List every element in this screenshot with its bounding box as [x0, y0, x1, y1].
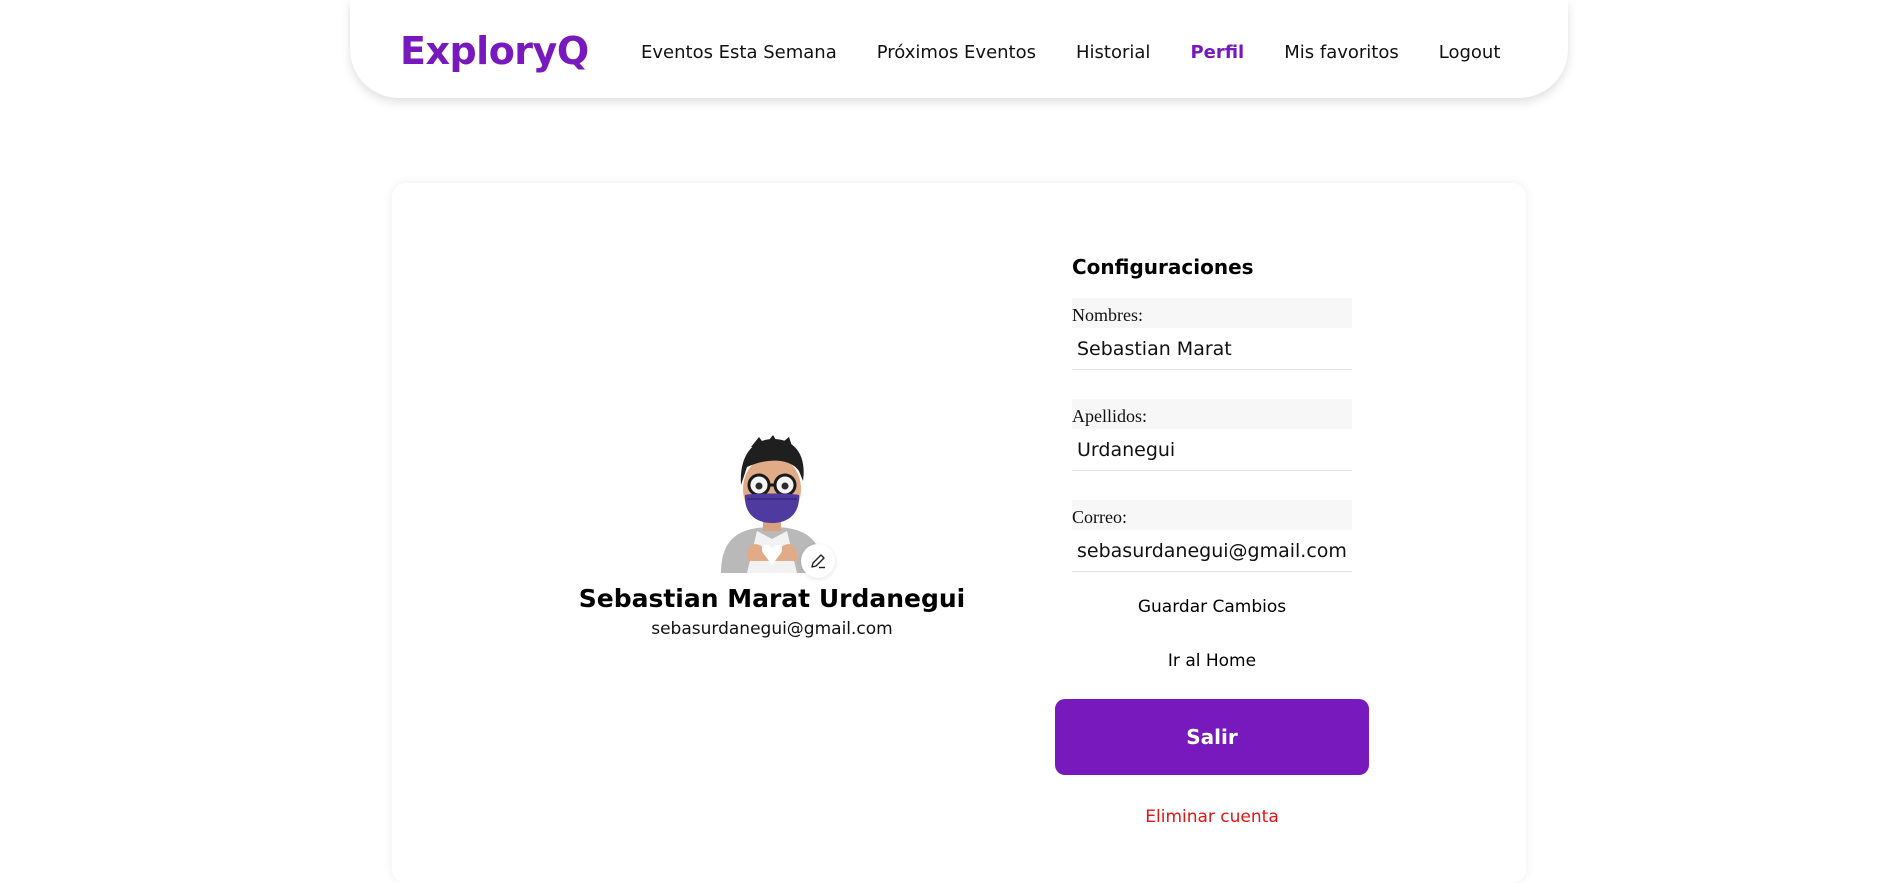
nav-item-eventos-semana[interactable]: Eventos Esta Semana [641, 42, 837, 63]
correo-label: Correo: [1072, 500, 1352, 530]
ir-al-home-button[interactable]: Ir al Home [1072, 651, 1352, 671]
nav-item-logout[interactable]: Logout [1439, 42, 1501, 63]
nombres-field-group: Nombres: [1072, 298, 1352, 370]
avatar [707, 433, 837, 578]
eliminar-cuenta-button[interactable]: Eliminar cuenta [1072, 807, 1352, 827]
nav-links: Eventos Esta Semana Próximos Eventos His… [641, 42, 1540, 63]
apellidos-field-group: Apellidos: [1072, 399, 1352, 471]
profile-summary: Sebastian Marat Urdanegui sebasurdanegui… [552, 433, 992, 639]
settings-title: Configuraciones [1072, 255, 1254, 279]
nav-item-mis-favoritos[interactable]: Mis favoritos [1284, 42, 1399, 63]
nav-item-proximos-eventos[interactable]: Próximos Eventos [877, 42, 1036, 63]
apellidos-label: Apellidos: [1072, 399, 1352, 429]
profile-card: Sebastian Marat Urdanegui sebasurdanegui… [392, 183, 1526, 883]
nav-item-historial[interactable]: Historial [1076, 42, 1150, 63]
edit-avatar-button[interactable] [801, 544, 835, 578]
correo-input[interactable] [1072, 530, 1352, 572]
settings-panel: Configuraciones Nombres: Apellidos: Corr… [1055, 255, 1392, 827]
salir-button[interactable]: Salir [1055, 699, 1369, 775]
pencil-icon [811, 554, 825, 569]
brand-logo[interactable]: ExploryQ [400, 29, 589, 73]
apellidos-input[interactable] [1072, 429, 1352, 471]
top-navbar: ExploryQ Eventos Esta Semana Próximos Ev… [350, 0, 1568, 98]
nombres-label: Nombres: [1072, 298, 1352, 328]
profile-name: Sebastian Marat Urdanegui [578, 584, 966, 613]
nombres-input[interactable] [1072, 328, 1352, 370]
profile-email: sebasurdanegui@gmail.com [651, 619, 893, 639]
nav-item-perfil[interactable]: Perfil [1190, 42, 1244, 63]
guardar-cambios-button[interactable]: Guardar Cambios [1072, 597, 1352, 617]
correo-field-group: Correo: [1072, 500, 1352, 572]
